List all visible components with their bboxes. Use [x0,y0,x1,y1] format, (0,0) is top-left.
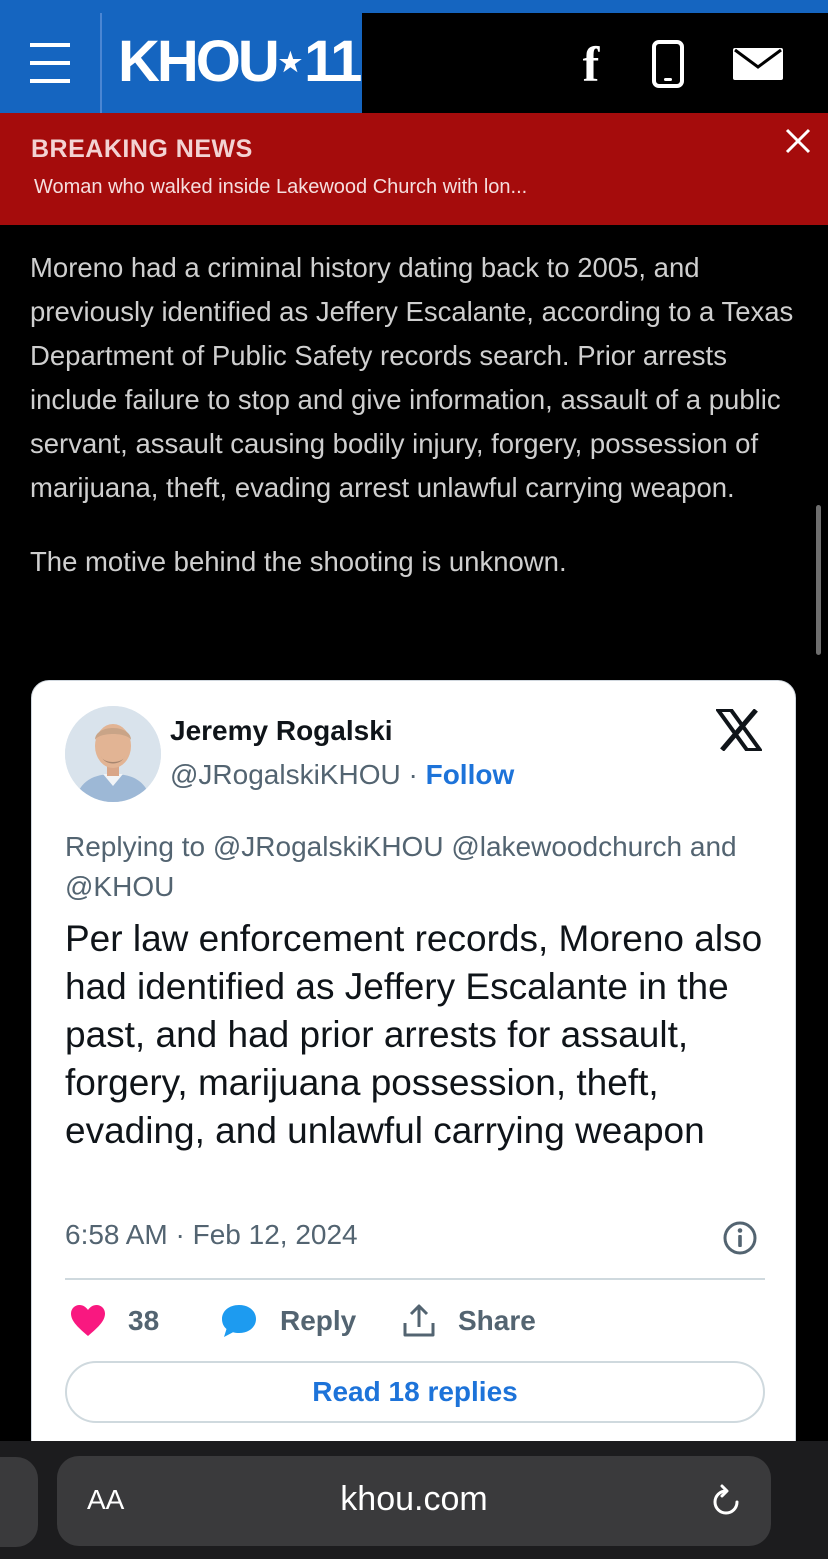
tweet-author-handle[interactable]: @JRogalskiKHOU [170,759,401,790]
site-logo[interactable]: KHOU★11 [118,27,362,97]
facebook-icon[interactable]: f [573,36,609,92]
like-count: 38 [128,1305,160,1336]
breaking-news-title: BREAKING NEWS [31,135,253,163]
tweet-author-name[interactable]: Jeremy Rogalski [170,715,393,747]
follow-link[interactable]: Follow [426,759,515,790]
previous-tab-peek[interactable] [0,1457,38,1547]
handle-separator: · [400,759,426,790]
share-icon [403,1304,435,1337]
article-body: Moreno had a criminal history dating bac… [30,246,800,584]
browser-toolbar: AA khou.com [0,1441,828,1559]
logo-text: KHOU [118,29,280,94]
address-bar[interactable]: AA khou.com [57,1456,771,1546]
menu-icon[interactable] [30,43,70,83]
info-icon[interactable] [722,1220,758,1256]
x-logo-icon[interactable] [716,709,762,751]
avatar[interactable] [65,706,161,802]
brand-divider [100,13,102,113]
page-scrollbar[interactable] [816,505,821,655]
reply-bubble-icon [222,1305,256,1337]
tweet-reply-context: Replying to @JRogalskiKHOU @lakewoodchur… [65,831,737,902]
url-text[interactable]: khou.com [57,1480,771,1519]
close-icon[interactable] [782,125,814,157]
share-label: Share [458,1305,536,1336]
like-button[interactable]: 38 [70,1298,159,1344]
article-paragraph: Moreno had a criminal history dating bac… [30,252,794,503]
reply-label: Reply [280,1305,357,1336]
reply-button[interactable]: Reply [220,1298,356,1344]
tweet-text: Per law enforcement records, Moreno also… [65,918,763,1151]
brand-block: KHOU★11 [0,13,362,113]
read-replies-button[interactable]: Read 18 replies [65,1361,765,1423]
logo-number: 11 [304,29,362,94]
breaking-news-banner[interactable]: BREAKING NEWS Woman who walked inside La… [0,113,828,225]
reload-icon[interactable] [707,1482,745,1520]
tweet-timestamp[interactable]: 6:58 AM · Feb 12, 2024 [65,1219,358,1251]
tweet-divider [65,1278,765,1280]
embedded-tweet: Jeremy Rogalski @JRogalskiKHOU · Follow … [31,680,796,1480]
share-button[interactable]: Share [402,1298,536,1344]
heart-icon [71,1305,105,1336]
phone-icon[interactable] [650,39,686,89]
article-paragraph: The motive behind the shooting is unknow… [30,546,567,577]
logo-star: ★ [278,46,303,77]
site-header: KHOU★11 f [0,13,828,113]
mail-icon[interactable] [730,39,786,89]
tweet-author-line: @JRogalskiKHOU · Follow [170,759,514,791]
breaking-news-headline[interactable]: Woman who walked inside Lakewood Church … [34,176,527,199]
top-accent-strip [0,0,828,13]
